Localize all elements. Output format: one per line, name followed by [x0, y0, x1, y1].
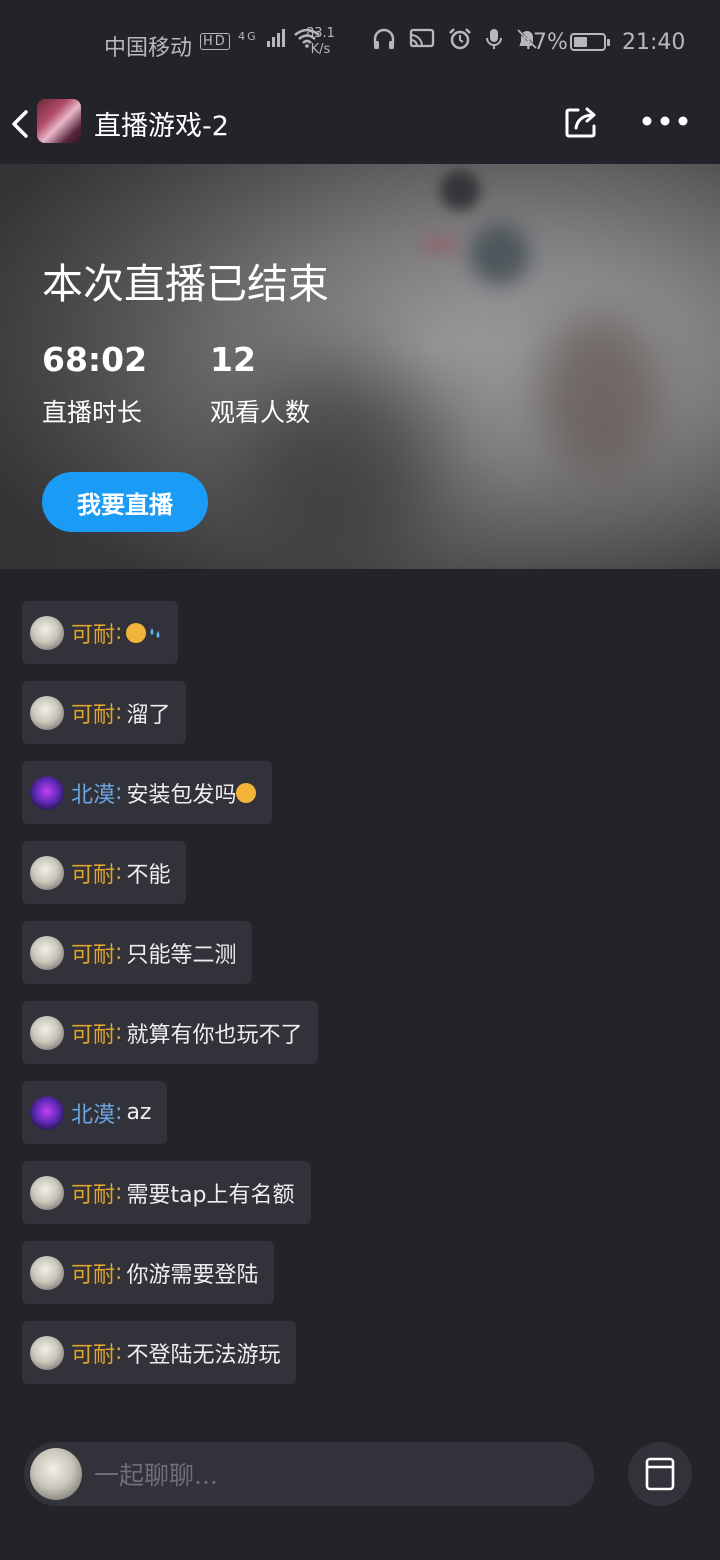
- gift-button[interactable]: [628, 1442, 692, 1506]
- go-live-button[interactable]: 我要直播: [42, 472, 208, 532]
- status-icons: [372, 28, 538, 56]
- chat-message[interactable]: 可耐 : 只能等二测: [22, 921, 253, 984]
- chat-message[interactable]: 可耐 : 不能: [22, 841, 187, 904]
- user-avatar[interactable]: [30, 615, 64, 650]
- duration-label: 直播时长: [42, 398, 143, 427]
- network-speed: 83.1 K/s: [306, 26, 335, 58]
- chat-list: 可耐 : 可耐 : 溜了 北漠 : 安装包发吗 可耐 : 不能 可耐 : 只能等…: [0, 569, 720, 1409]
- message-text: az: [126, 1100, 152, 1125]
- network-speed-value: 83.1: [306, 26, 335, 41]
- user-name[interactable]: 可耐: [71, 697, 115, 729]
- room-title: 直播游戏-2: [94, 111, 229, 142]
- headphones-icon: [373, 28, 395, 49]
- share-button[interactable]: [562, 102, 602, 142]
- 4g-icon: 4G: [238, 30, 258, 43]
- user-avatar[interactable]: [30, 775, 64, 810]
- status-bar: 中国移动 HD 4G 83.1 K/s 47% 21:40: [0, 0, 720, 84]
- chat-message[interactable]: 可耐 :: [22, 601, 179, 664]
- user-avatar[interactable]: [30, 1015, 64, 1050]
- smirk-emoji-icon: [236, 782, 257, 803]
- name-separator: :: [115, 620, 123, 645]
- chat-message[interactable]: 可耐 : 不登陆无法游玩: [22, 1321, 297, 1384]
- name-separator: :: [115, 940, 123, 965]
- share-icon: [565, 107, 596, 138]
- network-speed-unit: K/s: [310, 42, 331, 57]
- user-avatar[interactable]: [30, 695, 64, 730]
- back-button[interactable]: [8, 104, 34, 144]
- more-icon: [642, 116, 688, 126]
- user-avatar[interactable]: [30, 1095, 64, 1130]
- user-name[interactable]: 可耐: [71, 1177, 115, 1209]
- user-name[interactable]: 可耐: [71, 937, 115, 969]
- smirk-emoji-icon: [126, 623, 147, 643]
- name-separator: :: [115, 1020, 123, 1045]
- more-button[interactable]: [640, 102, 690, 142]
- chat-message[interactable]: 可耐 : 溜了: [22, 681, 187, 744]
- user-name[interactable]: 可耐: [71, 1017, 115, 1049]
- hd-icon: HD: [200, 33, 230, 50]
- name-separator: :: [115, 860, 123, 885]
- chat-message[interactable]: 北漠 : az: [22, 1081, 168, 1144]
- live-ended-banner: 本次直播已结束 68:02 直播时长 12 观看人数 我要直播: [0, 164, 720, 569]
- signal-icon: [266, 29, 294, 53]
- live-ended-title: 本次直播已结束: [42, 260, 329, 308]
- name-separator: :: [115, 1100, 123, 1125]
- message-text: 不登陆无法游玩: [126, 1342, 281, 1368]
- user-avatar[interactable]: [30, 1175, 64, 1210]
- message-text: 只能等二测: [126, 942, 237, 968]
- alarm-icon: [449, 28, 471, 50]
- viewers-stat: 12 观看人数: [210, 340, 310, 429]
- user-name[interactable]: 可耐: [71, 1257, 115, 1289]
- user-avatar[interactable]: [30, 855, 64, 890]
- user-avatar[interactable]: [30, 935, 64, 970]
- message-text: 需要tap上有名额: [126, 1182, 295, 1208]
- user-name[interactable]: 可耐: [71, 1337, 115, 1369]
- my-avatar[interactable]: [30, 1448, 82, 1500]
- user-avatar[interactable]: [30, 1335, 64, 1370]
- viewers-label: 观看人数: [210, 398, 311, 427]
- cast-icon: [409, 28, 435, 48]
- top-nav: 直播游戏-2: [0, 84, 720, 164]
- sweat-drops-icon: [150, 628, 160, 638]
- name-separator: :: [115, 1260, 123, 1285]
- duration-value: 68:02: [42, 340, 148, 379]
- battery-icon: [570, 33, 610, 51]
- message-text: 就算有你也玩不了: [126, 1022, 303, 1048]
- mic-icon: [486, 29, 502, 49]
- chat-message[interactable]: 北漠 : 安装包发吗: [22, 761, 273, 824]
- chevron-left-icon: [12, 110, 28, 138]
- message-text: 溜了: [126, 702, 171, 728]
- duration-stat: 68:02 直播时长: [42, 340, 147, 429]
- carrier-label: 中国移动: [104, 36, 193, 61]
- message-text: [126, 620, 162, 645]
- gift-box-icon: [645, 1457, 675, 1491]
- battery-fill: [574, 37, 587, 47]
- user-avatar[interactable]: [30, 1255, 64, 1290]
- chat-message[interactable]: 可耐 : 你游需要登陆: [22, 1241, 275, 1304]
- user-name[interactable]: 可耐: [71, 857, 115, 889]
- chat-input[interactable]: [92, 1450, 576, 1500]
- clock: 21:40: [622, 30, 686, 55]
- battery-percent: 47%: [519, 30, 568, 55]
- user-name[interactable]: 可耐: [71, 617, 115, 649]
- chat-message[interactable]: 可耐 : 就算有你也玩不了: [22, 1001, 319, 1064]
- message-text: 安装包发吗: [126, 782, 237, 808]
- chat-input-bar: [24, 1442, 594, 1506]
- network-icons: HD 4G: [200, 28, 321, 53]
- name-separator: :: [115, 1340, 123, 1365]
- viewers-value: 12: [210, 340, 256, 379]
- name-separator: :: [115, 700, 123, 725]
- name-separator: :: [115, 1180, 123, 1205]
- message-text: 你游需要登陆: [126, 1262, 259, 1288]
- chat-message[interactable]: 可耐 : 需要tap上有名额: [22, 1161, 311, 1224]
- name-separator: :: [115, 780, 123, 805]
- user-name[interactable]: 北漠: [71, 777, 115, 809]
- room-avatar[interactable]: [37, 99, 81, 143]
- user-name[interactable]: 北漠: [71, 1097, 115, 1129]
- message-text: 不能: [126, 862, 171, 888]
